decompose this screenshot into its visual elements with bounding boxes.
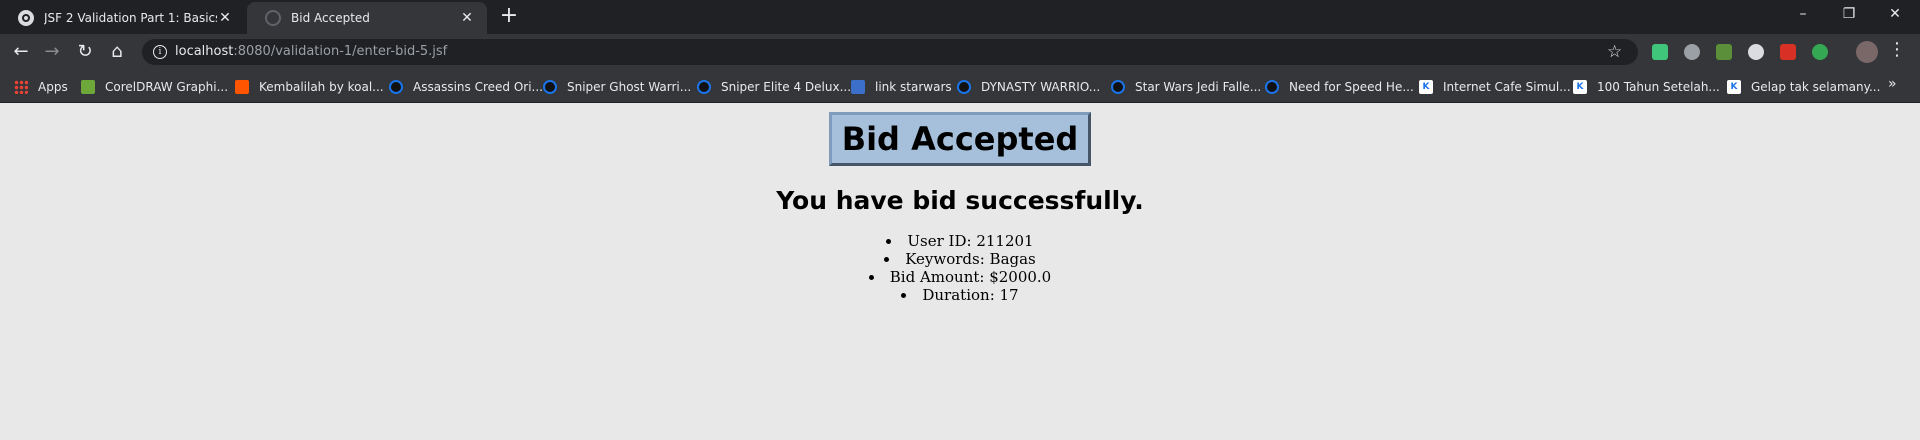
success-message: You have bid successfully. xyxy=(776,186,1144,215)
url-text: localhost:8080/validation-1/enter-bid-5.… xyxy=(175,44,447,59)
extension-red-icon[interactable] xyxy=(1780,44,1796,60)
bookmark-label: DYNASTY WARRIO... xyxy=(981,80,1101,94)
bookmark-kembalilah[interactable]: Kembalilah by koal... xyxy=(235,78,384,96)
extension-n-icon[interactable] xyxy=(1652,44,1668,60)
avatar-icon xyxy=(389,80,403,94)
toolbar: ← → ↻ ⌂ i localhost:8080/validation-1/en… xyxy=(0,34,1920,70)
loading-icon xyxy=(265,10,281,26)
tab-jsf-validation[interactable]: JSF 2 Validation Part 1: Basics ✕ xyxy=(0,2,245,34)
bookmark-label: Star Wars Jedi Falle... xyxy=(1135,80,1262,94)
avatar-icon xyxy=(1265,80,1279,94)
bookmark-label: Kembalilah by koal... xyxy=(259,80,384,94)
bookmark-label: Sniper Elite 4 Delux... xyxy=(721,80,852,94)
close-window-button[interactable]: ✕ xyxy=(1872,0,1918,30)
bookmark-link-starwars[interactable]: link starwars xyxy=(851,78,952,96)
tab-bid-accepted[interactable]: Bid Accepted ✕ xyxy=(247,2,487,34)
page-content: Bid Accepted You have bid successfully. … xyxy=(0,104,1920,440)
info-icon[interactable]: i xyxy=(153,45,167,59)
soundcloud-icon xyxy=(235,80,249,94)
url-path: :8080/validation-1/enter-bid-5.jsf xyxy=(233,44,448,59)
home-button[interactable]: ⌂ xyxy=(105,40,129,64)
avatar-icon xyxy=(543,80,557,94)
k-icon: K xyxy=(1573,80,1587,94)
bookmark-sniper-elite[interactable]: Sniper Elite 4 Delux... xyxy=(697,78,851,96)
list-item-keywords: Keywords: Bagas xyxy=(0,250,1920,268)
minimize-button[interactable]: – xyxy=(1780,0,1826,30)
bookmark-label: Assassins Creed Ori... xyxy=(413,80,543,94)
forward-button[interactable]: → xyxy=(40,40,64,64)
page-title: Bid Accepted xyxy=(828,112,1092,166)
corel-icon xyxy=(81,80,95,94)
bookmark-label: Internet Cafe Simul... xyxy=(1443,80,1571,94)
avatar-icon xyxy=(1111,80,1125,94)
bookmark-label: Gelap tak selamany... xyxy=(1751,80,1881,94)
bookmark-assassins-creed[interactable]: Assassins Creed Ori... xyxy=(389,78,543,96)
extension-leaf-icon[interactable] xyxy=(1716,44,1732,60)
tab-title: Bid Accepted xyxy=(291,11,370,25)
profile-avatar[interactable] xyxy=(1856,41,1878,63)
bid-details-list: User ID: 211201 Keywords: Bagas Bid Amou… xyxy=(0,232,1920,304)
reload-button[interactable]: ↻ xyxy=(73,40,97,64)
restore-button[interactable]: ❐ xyxy=(1826,0,1872,30)
extension-bulb-icon[interactable] xyxy=(1684,44,1700,60)
bookmark-star-wars-jedi[interactable]: Star Wars Jedi Falle... xyxy=(1111,78,1261,96)
new-tab-button[interactable]: + xyxy=(497,5,521,29)
menu-icon[interactable]: ⋮ xyxy=(1888,39,1906,60)
bookmark-label: Sniper Ghost Warri... xyxy=(567,80,692,94)
tab-title: JSF 2 Validation Part 1: Basics xyxy=(44,11,217,25)
apps-grid-icon xyxy=(14,80,28,94)
bookmark-label: Apps xyxy=(38,80,68,94)
bookmarks-overflow-button[interactable]: » xyxy=(1888,76,1897,92)
bookmark-dynasty-warriors[interactable]: DYNASTY WARRIO... xyxy=(957,78,1100,96)
bookmarks-bar: Apps CorelDRAW Graphi... Kembalilah by k… xyxy=(0,70,1920,103)
bookmark-coreldraw[interactable]: CorelDRAW Graphi... xyxy=(81,78,228,96)
bookmark-internet-cafe[interactable]: K Internet Cafe Simul... xyxy=(1419,78,1571,96)
tab-strip: JSF 2 Validation Part 1: Basics ✕ Bid Ac… xyxy=(0,0,1920,34)
link-icon xyxy=(851,80,865,94)
list-item-user-id: User ID: 211201 xyxy=(0,232,1920,250)
extension-green-icon[interactable] xyxy=(1812,44,1828,60)
address-bar[interactable]: i localhost:8080/validation-1/enter-bid-… xyxy=(142,39,1638,65)
avatar-icon xyxy=(697,80,711,94)
list-item-duration: Duration: 17 xyxy=(0,286,1920,304)
close-icon[interactable]: ✕ xyxy=(459,10,475,26)
bookmark-label: CorelDRAW Graphi... xyxy=(105,80,229,94)
avatar-icon xyxy=(957,80,971,94)
bookmark-100-tahun[interactable]: K 100 Tahun Setelah... xyxy=(1573,78,1720,96)
bookmark-apps[interactable]: Apps xyxy=(14,78,68,96)
close-icon[interactable]: ✕ xyxy=(217,10,233,26)
extension-circle-icon[interactable] xyxy=(1748,44,1764,60)
bookmark-gelap[interactable]: K Gelap tak selamany... xyxy=(1727,78,1880,96)
k-icon: K xyxy=(1419,80,1433,94)
bookmark-need-for-speed[interactable]: Need for Speed He... xyxy=(1265,78,1414,96)
bookmark-star-icon[interactable]: ☆ xyxy=(1607,42,1622,62)
bookmark-label: link starwars xyxy=(875,80,952,94)
bookmark-label: 100 Tahun Setelah... xyxy=(1597,80,1720,94)
url-host: localhost xyxy=(175,44,234,59)
bookmark-label: Need for Speed He... xyxy=(1289,80,1414,94)
back-button[interactable]: ← xyxy=(9,40,33,64)
list-item-bid-amount: Bid Amount: $2000.0 xyxy=(0,268,1920,286)
k-icon: K xyxy=(1727,80,1741,94)
globe-icon xyxy=(18,10,34,26)
bookmark-sniper-ghost[interactable]: Sniper Ghost Warri... xyxy=(543,78,691,96)
